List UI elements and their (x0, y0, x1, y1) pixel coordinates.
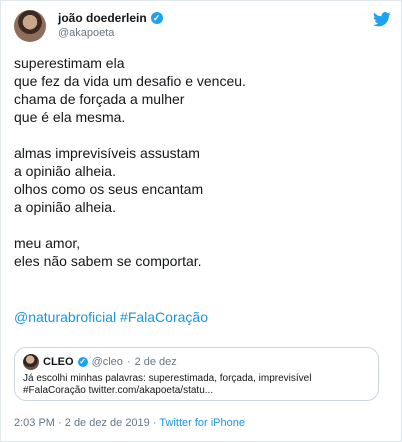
tweet-card: joão doederlein ✓ @akapoeta superestimam… (0, 0, 402, 442)
stanza-3: meu amor, eles não sabem se comportar. (14, 234, 386, 270)
author-handle[interactable]: @akapoeta (58, 27, 114, 39)
tweet-line: que é ela mesma. (14, 109, 126, 125)
tweet-source[interactable]: Twitter for iPhone (159, 417, 245, 429)
tweet-body: superestimam ela que fez da vida um desa… (14, 54, 386, 288)
quoted-author-avatar[interactable] (23, 354, 39, 370)
quoted-tweet-header: CLEO ✓ @cleo · 2 de dez (43, 356, 177, 368)
tweet-time[interactable]: 2:03 PM (14, 417, 55, 429)
tweet-line: meu amor, (14, 235, 81, 251)
author-name-row[interactable]: joão doederlein ✓ (58, 11, 163, 25)
tweet-footer: 2:03 PM · 2 de dez de 2019 · Twitter for… (14, 417, 245, 429)
quoted-tweet-date[interactable]: 2 de dez (135, 356, 177, 368)
author-name[interactable]: joão doederlein (58, 11, 147, 25)
twitter-bird-icon[interactable] (373, 12, 391, 27)
author-avatar[interactable] (14, 10, 46, 42)
quoted-line[interactable]: #FalaCoração twitter.com/akapoeta/statu.… (23, 385, 368, 397)
tweet-line: almas imprevisíveis assustam (14, 145, 200, 161)
tweet-date[interactable]: 2 de dez de 2019 (65, 417, 150, 429)
quoted-author-handle[interactable]: @cleo (92, 356, 123, 368)
tweet-hashtags[interactable]: @naturabroficial #FalaCoração (14, 308, 208, 326)
dot-separator: · (58, 417, 65, 429)
tweet-line: que fez da vida um desafio e venceu. (14, 73, 246, 89)
tweet-line: olhos como os seus encantam (14, 181, 204, 197)
quoted-tweet[interactable]: CLEO ✓ @cleo · 2 de dez Já escolhi minha… (14, 347, 379, 401)
stanza-1: superestimam ela que fez da vida um desa… (14, 54, 386, 126)
tweet-line: chama de forçada a mulher (14, 91, 185, 107)
tweet-line: a opinião alheia. (14, 163, 116, 179)
verified-badge-icon: ✓ (77, 357, 88, 367)
dot-separator: · (126, 356, 131, 368)
verified-badge-icon: ✓ (150, 12, 163, 24)
stanza-2: almas imprevisíveis assustam a opinião a… (14, 144, 386, 216)
tweet-line: a opinião alheia. (14, 199, 116, 215)
quoted-author-name[interactable]: CLEO (43, 356, 74, 368)
quoted-tweet-text: Já escolhi minhas palavras: superestimad… (23, 373, 368, 397)
tweet-line: eles não sabem se comportar. (14, 253, 202, 269)
quoted-line: Já escolhi minhas palavras: superestimad… (23, 373, 312, 384)
tweet-line: superestimam ela (14, 55, 125, 71)
tweet-header: joão doederlein ✓ @akapoeta (14, 10, 391, 42)
